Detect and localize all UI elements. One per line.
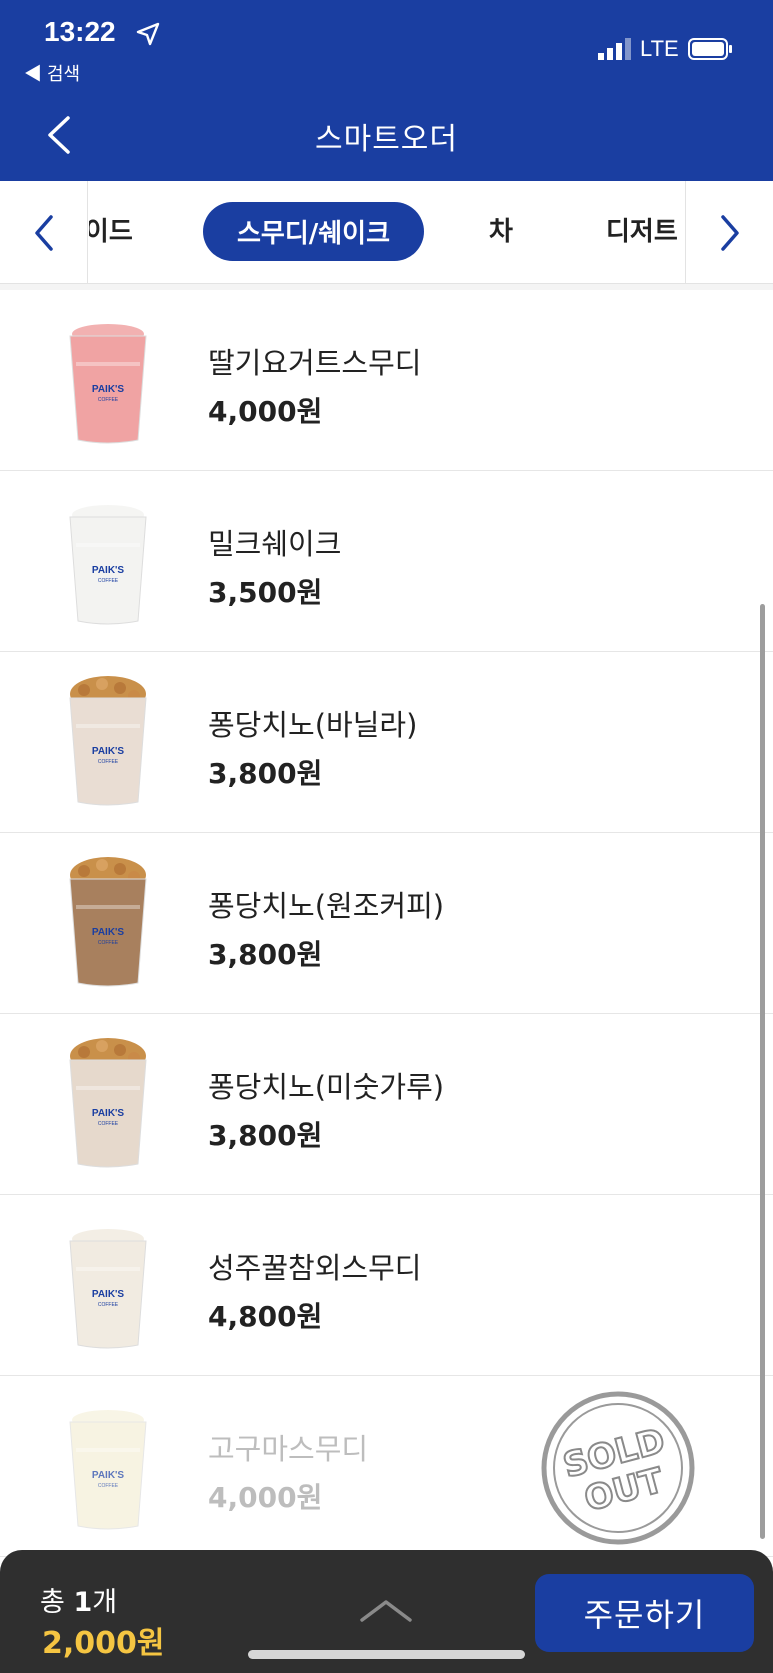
- svg-text:PAIK'S: PAIK'S: [92, 1470, 125, 1481]
- drink-cup-image: PAIK'S COFFEE: [69, 1410, 147, 1530]
- svg-text:COFFEE: COFFEE: [98, 397, 119, 403]
- svg-text:COFFEE: COFFEE: [98, 1121, 119, 1127]
- menu-item-price: 4,000원: [208, 1481, 323, 1514]
- drink-cup-image: PAIK'S COFFEE: [69, 1229, 147, 1349]
- menu-item-name: 퐁당치노(바닐라): [208, 708, 418, 742]
- svg-text:PAIK'S: PAIK'S: [92, 927, 125, 938]
- menu-item: PAIK'S COFFEE 고구마스무디 4,000원 SOLD OUT: [0, 1376, 773, 1557]
- drink-cup-image: PAIK'S COFFEE: [69, 324, 147, 444]
- svg-text:PAIK'S: PAIK'S: [92, 384, 125, 395]
- tab-tea[interactable]: 차: [489, 211, 513, 248]
- drink-cup-image: PAIK'S COFFEE: [69, 505, 147, 625]
- menu-item-price: 4,800원: [208, 1300, 323, 1333]
- svg-text:PAIK'S: PAIK'S: [92, 565, 125, 576]
- cart-count-unit: 개: [92, 1587, 118, 1618]
- menu-list: PAIK'S COFFEE 딸기요거트스무디 4,000원 PAIK'S COFFEE 밀크…: [0, 290, 773, 1557]
- status-time: 13:22: [44, 16, 116, 47]
- svg-text:PAIK'S: PAIK'S: [92, 746, 125, 757]
- category-prev-button[interactable]: [0, 181, 88, 284]
- menu-item-name: 밀크쉐이크: [208, 527, 342, 561]
- svg-text:COFFEE: COFFEE: [98, 940, 119, 946]
- menu-item[interactable]: PAIK'S COFFEE 밀크쉐이크 3,500원: [0, 471, 773, 652]
- menu-item-name: 성주꿀참외스무디: [208, 1251, 422, 1285]
- signal-icon: [598, 38, 631, 60]
- menu-item-name: 퐁당치노(원조커피): [208, 889, 445, 923]
- chevron-right-icon: [720, 214, 739, 251]
- tab-dessert[interactable]: 디저트: [606, 211, 678, 248]
- svg-text:PAIK'S: PAIK'S: [92, 1108, 125, 1119]
- menu-item-price: 4,000원: [208, 395, 323, 428]
- svg-text:COFFEE: COFFEE: [98, 759, 119, 765]
- cart-count-value: 1: [73, 1587, 93, 1618]
- svg-text:PAIK'S: PAIK'S: [92, 1289, 125, 1300]
- menu-item[interactable]: PAIK'S COFFEE 퐁당치노(미숫가루) 3,800원: [0, 1014, 773, 1195]
- menu-item-name: 퐁당치노(미숫가루): [208, 1070, 445, 1104]
- app-header: 13:22 ◀ 검색 LTE 스마트오더: [0, 0, 773, 181]
- chevron-left-icon: [34, 214, 53, 251]
- menu-item[interactable]: PAIK'S COFFEE 딸기요거트스무디 4,000원: [0, 290, 773, 471]
- sold-out-stamp: SOLDOUT: [541, 1391, 695, 1545]
- category-tab-bar: 에이드 스무디/쉐이크 차 디저트: [0, 181, 773, 284]
- svg-text:COFFEE: COFFEE: [98, 1483, 119, 1489]
- drink-cup-image: PAIK'S COFFEE: [69, 1038, 147, 1168]
- menu-item-name: 딸기요거트스무디: [208, 346, 422, 380]
- cart-count: 총 1개: [40, 1580, 117, 1619]
- scrollbar[interactable]: [760, 604, 765, 1539]
- menu-item[interactable]: PAIK'S COFFEE 성주꿀참외스무디 4,800원: [0, 1195, 773, 1376]
- back-to-app-link[interactable]: ◀ 검색: [24, 60, 80, 86]
- svg-text:COFFEE: COFFEE: [98, 1302, 119, 1308]
- page-title: 스마트오더: [315, 122, 458, 157]
- battery-icon: [688, 38, 732, 60]
- drink-cup-image: PAIK'S COFFEE: [69, 857, 147, 987]
- cart-total-prefix: 총: [40, 1587, 65, 1618]
- category-scroll[interactable]: 에이드 스무디/쉐이크 차 디저트: [89, 181, 684, 284]
- order-button[interactable]: 주문하기: [535, 1574, 754, 1652]
- chevron-up-icon[interactable]: [356, 1594, 416, 1626]
- category-next-button[interactable]: [685, 181, 773, 284]
- menu-item[interactable]: PAIK'S COFFEE 퐁당치노(바닐라) 3,800원: [0, 652, 773, 833]
- menu-item-price: 3,800원: [208, 938, 323, 971]
- location-arrow-icon: [136, 22, 160, 46]
- tab-ade[interactable]: 에이드: [89, 211, 133, 248]
- network-type: LTE: [640, 36, 679, 61]
- drink-cup-image: PAIK'S COFFEE: [69, 676, 147, 806]
- tab-smoothie-shake[interactable]: 스무디/쉐이크: [203, 202, 425, 261]
- menu-item[interactable]: PAIK'S COFFEE 퐁당치노(원조커피) 3,800원: [0, 833, 773, 1014]
- menu-item-name: 고구마스무디: [208, 1432, 369, 1466]
- menu-item-price: 3,800원: [208, 1119, 323, 1152]
- cart-total-price: 2,000원: [42, 1626, 165, 1661]
- menu-item-price: 3,500원: [208, 576, 323, 609]
- svg-text:COFFEE: COFFEE: [98, 578, 119, 584]
- home-indicator: [248, 1650, 525, 1659]
- menu-item-price: 3,800원: [208, 757, 323, 790]
